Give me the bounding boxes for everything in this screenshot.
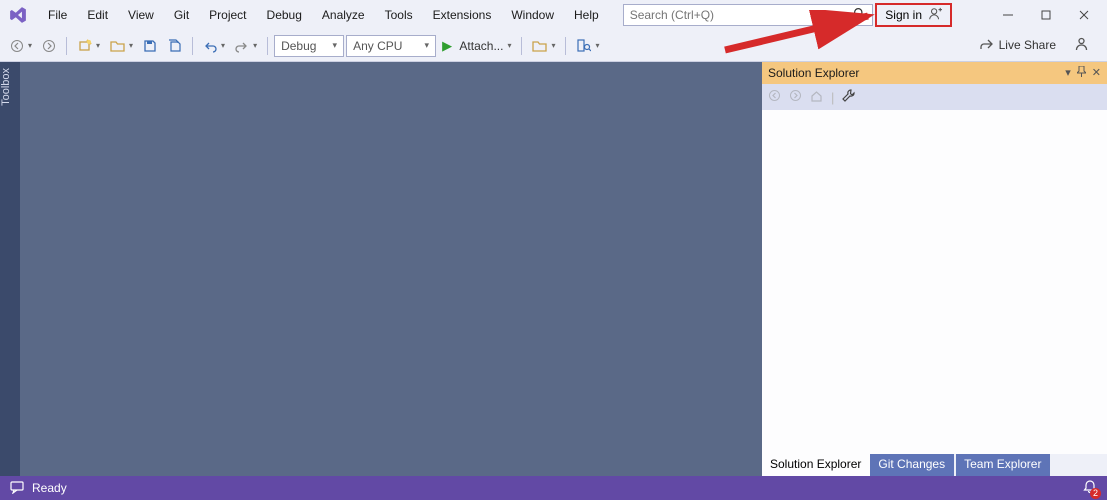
menu-project[interactable]: Project [199, 4, 256, 26]
separator [521, 37, 522, 55]
play-icon: ▶ [442, 38, 452, 54]
separator [267, 37, 268, 55]
menu-debug[interactable]: Debug [257, 4, 312, 26]
menu-file[interactable]: File [38, 4, 77, 26]
sign-in-label: Sign in [885, 8, 922, 22]
menu-analyze[interactable]: Analyze [312, 4, 375, 26]
panel-title-controls: ▾ ✕ [1065, 66, 1101, 80]
panel-close-icon[interactable]: ✕ [1092, 66, 1101, 80]
tab-solution-explorer[interactable]: Solution Explorer [762, 454, 870, 476]
menu-git[interactable]: Git [164, 4, 199, 26]
separator [192, 37, 193, 55]
chevron-down-icon: ▾ [333, 40, 338, 51]
panel-title-label: Solution Explorer [768, 66, 859, 80]
panel-tabs: Solution Explorer Git Changes Team Explo… [762, 454, 1107, 476]
nav-back-button[interactable]: ▾ [6, 34, 36, 58]
platform-value: Any CPU [353, 39, 402, 53]
panel-body [762, 110, 1107, 454]
new-project-button[interactable]: ▾ [73, 34, 104, 58]
status-bar: Ready 2 [0, 476, 1107, 500]
separator [565, 37, 566, 55]
undo-button[interactable]: ▾ [199, 34, 229, 58]
nav-forward-button[interactable] [38, 34, 60, 58]
feedback-icon[interactable] [10, 480, 24, 497]
wrench-icon[interactable] [842, 89, 855, 105]
panel-menu-icon[interactable]: ▾ [1065, 66, 1071, 80]
platform-combo[interactable]: Any CPU ▾ [346, 35, 436, 57]
redo-button[interactable]: ▾ [231, 34, 261, 58]
tab-team-explorer[interactable]: Team Explorer [956, 454, 1050, 476]
close-button[interactable] [1067, 4, 1101, 26]
editor-area [20, 62, 762, 476]
minimize-button[interactable] [991, 4, 1025, 26]
main-area: Toolbox Solution Explorer ▾ ✕ | Solution… [0, 62, 1107, 476]
menu-edit[interactable]: Edit [77, 4, 118, 26]
notifications-icon[interactable]: 2 [1083, 480, 1097, 497]
user-add-icon [928, 7, 942, 24]
pin-icon[interactable] [1077, 66, 1086, 80]
open-file-button[interactable]: ▾ [106, 34, 137, 58]
configuration-value: Debug [281, 39, 316, 53]
account-icon[interactable] [1074, 36, 1089, 54]
attach-debugger-button[interactable]: ▶ Attach...▾ [438, 34, 515, 58]
menu-view[interactable]: View [118, 4, 164, 26]
home-icon[interactable] [810, 89, 823, 105]
notification-count-badge: 2 [1090, 488, 1101, 499]
share-icon[interactable] [979, 37, 993, 54]
search-icon [853, 7, 866, 23]
solution-explorer-panel: Solution Explorer ▾ ✕ | Solution Explore… [762, 62, 1107, 476]
standard-toolbar: ▾ ▾ ▾ ▾ ▾ Debug▾ Any CPU▾ ▶ Attach...▾ ▾… [0, 30, 1107, 62]
toolbox-label: Toolbox [0, 68, 20, 106]
window-controls [991, 4, 1101, 26]
configuration-combo[interactable]: Debug ▾ [274, 35, 344, 57]
panel-toolbar: | [762, 84, 1107, 110]
tab-git-changes[interactable]: Git Changes [870, 454, 954, 476]
find-in-files-button[interactable]: ▾ [572, 34, 603, 58]
menu-help[interactable]: Help [564, 4, 609, 26]
vs-logo-icon [8, 5, 28, 25]
toolbox-tab[interactable]: Toolbox [0, 62, 20, 476]
panel-title-bar[interactable]: Solution Explorer ▾ ✕ [762, 62, 1107, 84]
menu-tools[interactable]: Tools [375, 4, 423, 26]
nav-back-icon[interactable] [768, 89, 781, 105]
menu-extensions[interactable]: Extensions [423, 4, 502, 26]
sign-in-button[interactable]: Sign in [875, 3, 952, 27]
chevron-down-icon: ▾ [425, 40, 430, 51]
live-share-button[interactable]: Live Share [999, 38, 1056, 52]
maximize-button[interactable] [1029, 4, 1063, 26]
attach-label: Attach... [459, 39, 503, 53]
search-input[interactable] [630, 8, 853, 22]
status-ready-label: Ready [32, 481, 67, 495]
search-box[interactable] [623, 4, 873, 26]
nav-forward-icon[interactable] [789, 89, 802, 105]
separator [66, 37, 67, 55]
save-all-button[interactable] [163, 34, 186, 58]
live-share-area: Live Share [979, 36, 1089, 54]
menu-window[interactable]: Window [501, 4, 564, 26]
save-button[interactable] [139, 34, 161, 58]
browse-button[interactable]: ▾ [528, 34, 559, 58]
